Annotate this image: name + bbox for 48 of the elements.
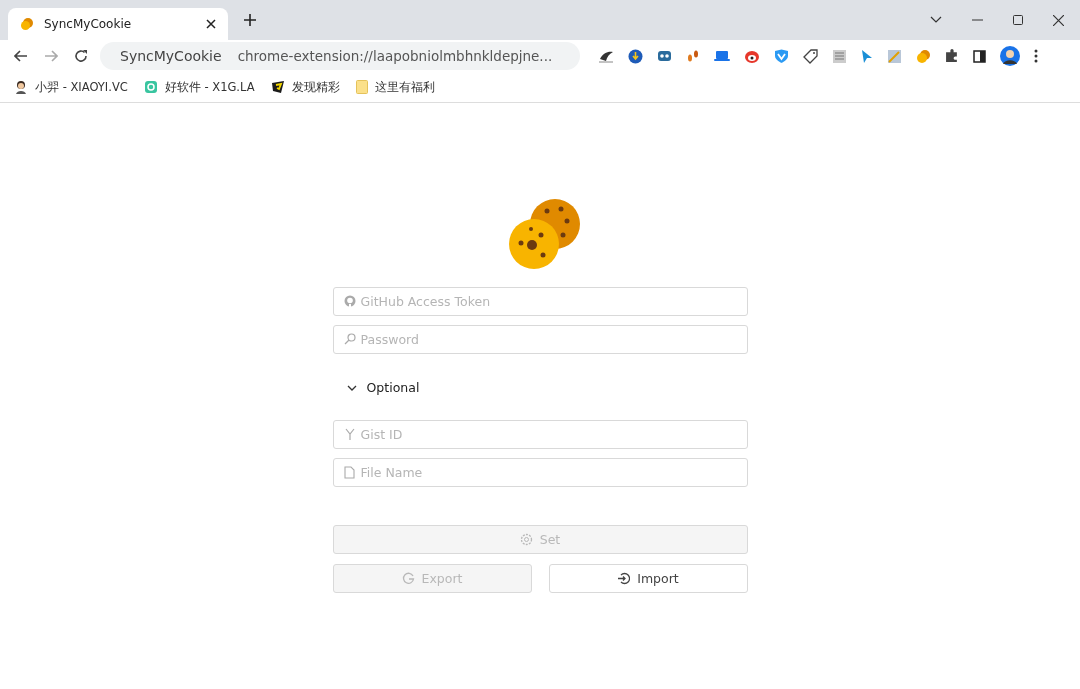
refresh-icon	[401, 572, 415, 585]
bookmark[interactable]: 小羿 - XIAOYI.VC	[14, 79, 128, 95]
avatar-icon	[14, 80, 28, 94]
tab-title: SyncMyCookie	[44, 17, 133, 31]
download-icon[interactable]	[628, 48, 643, 64]
robot-icon[interactable]	[657, 48, 672, 64]
logo-icon	[270, 80, 285, 94]
laptop-icon[interactable]	[714, 50, 730, 62]
site-name: SyncMyCookie	[120, 48, 222, 64]
side-panel-icon[interactable]	[973, 49, 986, 63]
puzzle-icon[interactable]	[945, 49, 959, 63]
tag-icon[interactable]	[803, 48, 818, 64]
more-icon[interactable]	[1034, 49, 1038, 63]
cookies-logo	[509, 199, 581, 269]
address-bar[interactable]: SyncMyCookie chrome-extension://laapobniolmbhnkldepjne...	[100, 42, 580, 70]
bookmark[interactable]: 好软件 - X1G.LA	[143, 79, 255, 95]
back-icon[interactable]	[14, 50, 28, 62]
close-icon[interactable]	[1053, 14, 1064, 26]
fork-icon	[343, 428, 356, 440]
document-icon[interactable]	[832, 48, 847, 64]
file-icon	[343, 466, 355, 479]
cursor-icon[interactable]	[861, 48, 873, 64]
bookmark[interactable]: 这里有福利	[355, 79, 435, 95]
shield-icon[interactable]	[774, 48, 789, 64]
avatar-icon[interactable]	[1000, 46, 1020, 66]
maximize-icon[interactable]	[1013, 15, 1023, 25]
new-tab-icon[interactable]	[244, 14, 256, 26]
search-icon	[343, 333, 356, 345]
optional-toggle[interactable]: Optional	[332, 363, 434, 411]
cookie-icon[interactable]	[916, 48, 931, 64]
eye-icon[interactable]	[744, 48, 760, 64]
url-text: chrome-extension://laapobniolmbhnkldepjne...	[237, 48, 553, 64]
footprints-icon[interactable]	[686, 49, 700, 63]
cookie-icon	[20, 17, 34, 31]
input-field[interactable]: File Name	[332, 458, 748, 487]
import-button[interactable]: Import	[548, 564, 748, 593]
chevron-down-icon[interactable]	[930, 16, 942, 24]
input-field[interactable]: GitHub Access Token	[332, 287, 748, 316]
reload-icon[interactable]	[74, 49, 88, 63]
github-icon	[343, 295, 356, 307]
sign-in-icon	[617, 572, 631, 585]
bird-icon[interactable]	[598, 49, 614, 63]
input-field[interactable]: Password	[332, 325, 748, 354]
bookmark[interactable]: 发现精彩	[270, 79, 340, 95]
folder-icon	[355, 80, 368, 94]
browser-tab[interactable]: SyncMyCookie	[8, 8, 228, 40]
close-icon[interactable]	[206, 19, 216, 29]
input-field[interactable]: Gist ID	[332, 420, 748, 449]
